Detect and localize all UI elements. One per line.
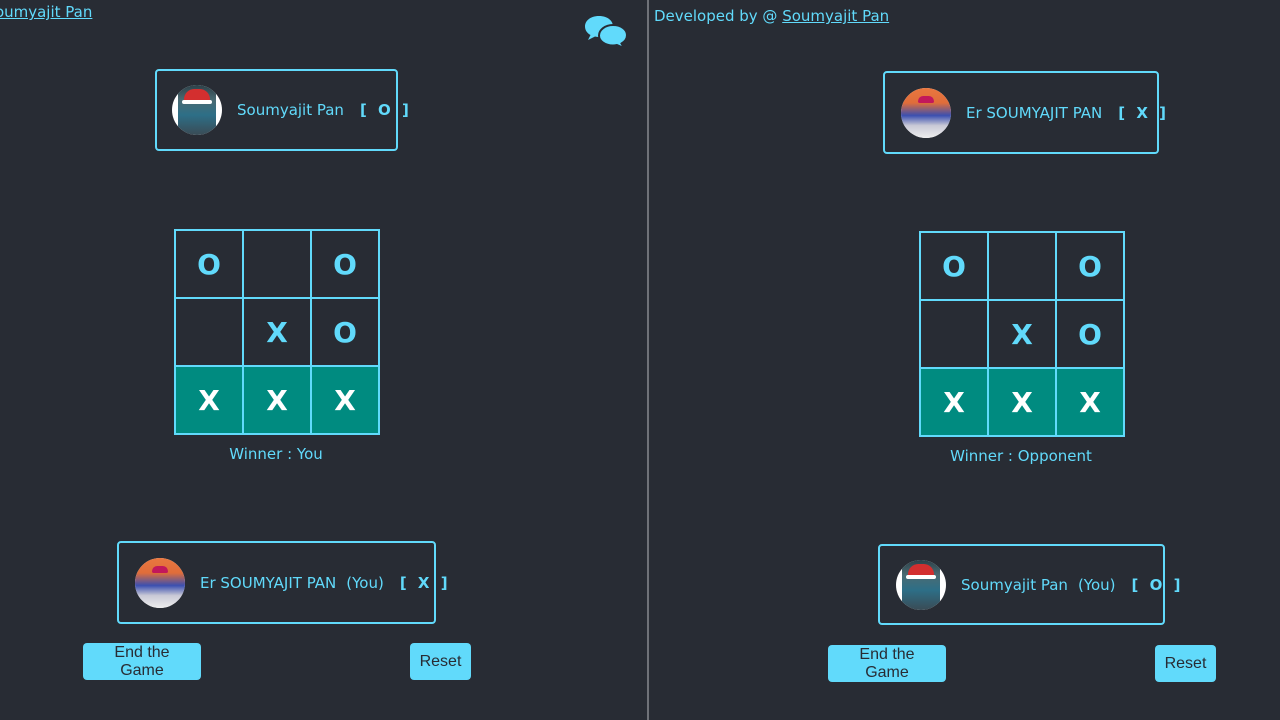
self-card: Er SOUMYAJIT PAN (You) [ X ] [117,541,448,624]
winner-status: Winner : Opponent [950,447,1092,465]
opponent-name: Soumyajit Pan [237,101,344,119]
board-cell-3-1[interactable]: X [920,368,988,436]
opponent-card: Soumyajit Pan [ O ] [155,69,409,151]
self-symbol: [ X ] [399,573,451,592]
board-cell-1-3[interactable]: O [311,230,379,298]
reset-button[interactable]: Reset [1155,645,1216,682]
board-cell-1-1[interactable]: O [920,232,988,300]
opponent-avatar [172,85,222,135]
opponent-symbol: [ O ] [359,101,412,119]
developer-link[interactable]: Soumyajit Pan [782,7,889,25]
winner-status: Winner : You [229,445,323,463]
opponent-card: Er SOUMYAJIT PAN [ X ] [883,71,1166,154]
game-board: OOXOXXX [174,229,380,435]
board-cell-3-3[interactable]: X [1056,368,1124,436]
opponent-symbol: [ X ] [1118,103,1170,122]
board-cell-2-2[interactable]: X [243,298,311,366]
board-cell-3-2[interactable]: X [243,366,311,434]
board-cell-1-1[interactable]: O [175,230,243,298]
end-game-button[interactable]: End the Game [828,645,946,682]
opponent-avatar [901,87,951,138]
developer-credit: y @ Soumyajit Pan [0,3,92,21]
self-avatar [896,559,946,610]
board-cell-1-2[interactable] [243,230,311,298]
opponent-name: Er SOUMYAJIT PAN [966,103,1103,122]
developer-credit: Developed by @ Soumyajit Pan [654,7,890,25]
left-game-window: y @ Soumyajit Pan Soumyajit Pan [ O ] OO… [0,0,648,720]
developer-link[interactable]: Soumyajit Pan [0,3,92,21]
board-cell-3-2[interactable]: X [988,368,1056,436]
game-board: OOXOXXX [919,231,1125,437]
board-cell-2-2[interactable]: X [988,300,1056,368]
board-cell-2-1[interactable] [175,298,243,366]
board-cell-1-2[interactable] [988,232,1056,300]
chat-bubbles-icon[interactable] [584,14,628,50]
board-cell-1-3[interactable]: O [1056,232,1124,300]
self-you-label: (You) [1077,575,1116,594]
self-name: Soumyajit Pan [961,575,1068,594]
board-cell-3-3[interactable]: X [311,366,379,434]
window-divider [647,0,649,720]
self-name: Er SOUMYAJIT PAN [200,573,337,592]
self-avatar [135,557,185,608]
self-symbol: [ O ] [1131,575,1184,594]
board-cell-3-1[interactable]: X [175,366,243,434]
board-cell-2-3[interactable]: O [1056,300,1124,368]
reset-button[interactable]: Reset [410,643,471,680]
right-game-window: Developed by @ Soumyajit Pan Er SOUMYAJI… [650,0,1280,720]
board-cell-2-1[interactable] [920,300,988,368]
end-game-button[interactable]: End the Game [83,643,201,680]
self-card: Soumyajit Pan (You) [ O ] [878,544,1180,625]
board-cell-2-3[interactable]: O [311,298,379,366]
self-you-label: (You) [346,573,384,592]
